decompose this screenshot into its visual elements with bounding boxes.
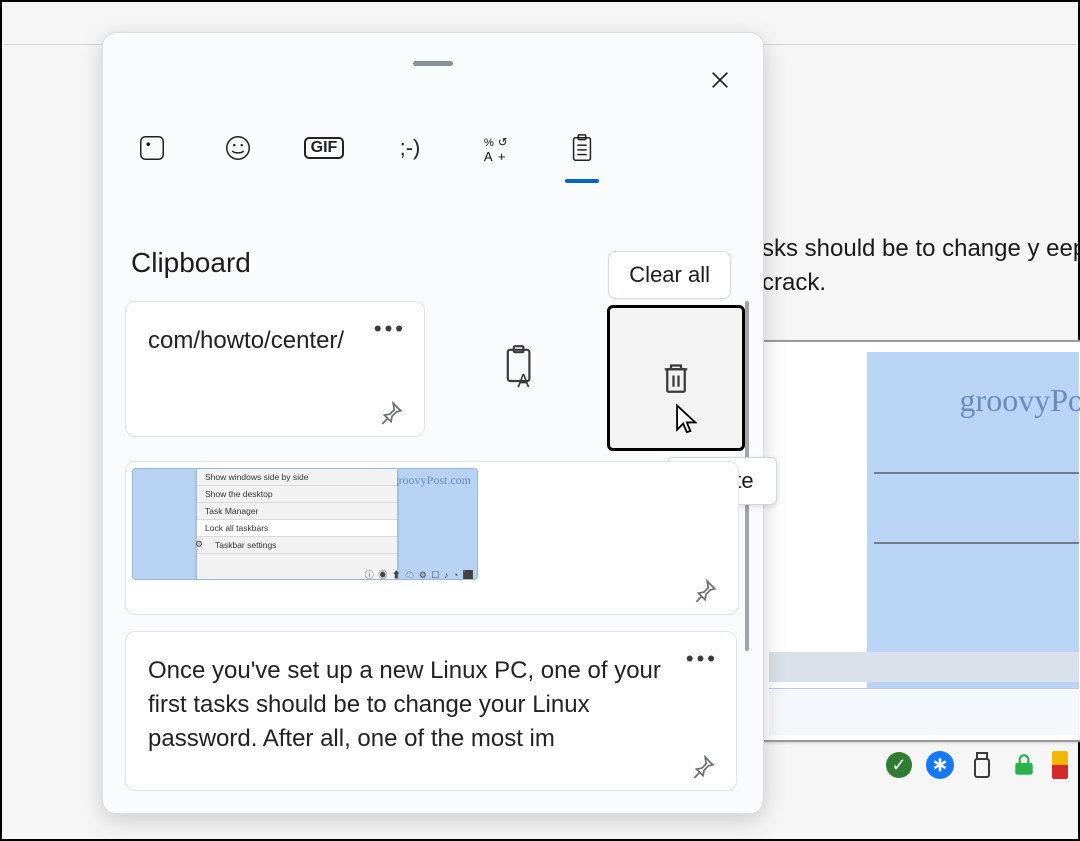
thumb-brand-text: groovyPost.com xyxy=(393,473,471,488)
tab-stickers[interactable] xyxy=(129,125,175,171)
gif-label: GIF xyxy=(304,137,345,159)
item-more-button[interactable]: ••• xyxy=(374,312,406,346)
app-icon[interactable] xyxy=(1052,751,1068,779)
close-icon xyxy=(709,69,731,91)
drag-grip[interactable] xyxy=(413,61,453,66)
usb-eject-icon[interactable] xyxy=(968,751,996,779)
bluetooth-icon[interactable]: ∗ xyxy=(926,751,954,779)
clipboard-icon xyxy=(567,133,597,163)
kaomoji-label: ;-) xyxy=(400,135,421,161)
symbols-icon: % ↺ A + xyxy=(481,133,511,163)
tab-symbols[interactable]: % ↺ A + xyxy=(473,125,519,171)
thumb-menu-row: Lock all taskbars xyxy=(197,520,397,537)
stickers-icon xyxy=(137,133,167,163)
clipboard-item-text-content: com/howto/center/ xyxy=(148,327,344,354)
pin-icon xyxy=(378,400,404,426)
svg-text:↺: ↺ xyxy=(498,137,507,149)
pin-icon xyxy=(692,578,718,604)
tab-gif[interactable]: GIF xyxy=(301,125,347,171)
background-brand-text: groovyPo xyxy=(960,382,1080,419)
section-title: Clipboard xyxy=(131,247,251,279)
pin-icon xyxy=(690,754,716,780)
close-button[interactable] xyxy=(699,59,741,101)
clipboard-item-text-content: Once you've set up a new Linux PC, one o… xyxy=(148,657,661,752)
emoji-clipboard-panel: GIF ;-) % ↺ A + Clipboard Clear all com/ xyxy=(102,32,764,814)
trash-icon xyxy=(656,358,696,398)
tab-emoji[interactable] xyxy=(215,125,261,171)
lock-icon[interactable] xyxy=(1010,751,1038,779)
clear-all-button[interactable]: Clear all xyxy=(608,251,731,299)
pin-button[interactable] xyxy=(688,752,718,782)
svg-text:A: A xyxy=(484,149,493,163)
thumb-menu-row: Show windows side by side xyxy=(197,469,397,486)
delete-button[interactable] xyxy=(607,305,745,451)
thumb-menu-row: Show the desktop xyxy=(197,486,397,503)
thumb-menu-row: ⚙Taskbar settings xyxy=(197,537,397,554)
paste-as-text-button[interactable]: A xyxy=(441,301,601,437)
thumb-context-menu: Show windows side by side Show the deskt… xyxy=(197,469,397,579)
security-shield-icon[interactable]: ✓ xyxy=(886,752,912,778)
background-article-text: sks should be to change y eeping your co… xyxy=(762,232,1080,300)
item-more-button[interactable]: ••• xyxy=(686,642,718,676)
svg-text:%: % xyxy=(484,137,494,149)
emoji-icon xyxy=(223,133,253,163)
thumb-menu-row: Task Manager xyxy=(197,503,397,520)
clipboard-image-thumbnail: groovyPost.com Show windows side by side… xyxy=(132,468,478,580)
tab-clipboard[interactable] xyxy=(559,125,605,171)
thumb-tray-icons: ⓘ ◉ ⬆ ☁ ⚙ ☐ ♪ ◔ ⬛ xyxy=(365,568,475,580)
svg-text:+: + xyxy=(498,149,506,163)
tab-kaomoji[interactable]: ;-) xyxy=(387,125,433,171)
system-tray: ✓ ∗ xyxy=(886,751,1068,779)
clipboard-item-text[interactable]: com/howto/center/ ••• xyxy=(125,301,425,437)
svg-text:A: A xyxy=(517,371,529,391)
panel-tabs: GIF ;-) % ↺ A + xyxy=(129,125,605,171)
clipboard-item-image[interactable]: groovyPost.com Show windows side by side… xyxy=(125,461,739,615)
pin-button[interactable] xyxy=(376,398,406,428)
clipboard-item-text[interactable]: Once you've set up a new Linux PC, one o… xyxy=(125,631,737,791)
paste-as-text-icon: A xyxy=(497,345,545,393)
pin-button[interactable] xyxy=(690,576,720,606)
background-image-preview: groovyPo xyxy=(762,340,1080,742)
